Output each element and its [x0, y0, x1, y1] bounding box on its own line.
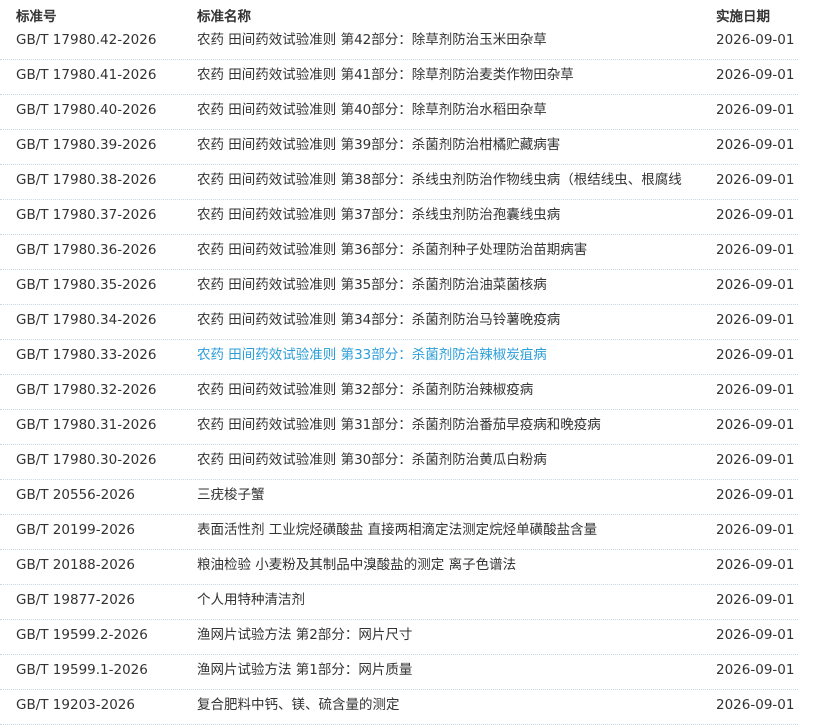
- standard-number: GB/T 17980.39-2026: [16, 137, 157, 153]
- effective-date: 2026-09-01: [716, 662, 795, 678]
- table-row[interactable]: GB/T 19599.2-2026 渔网片试验方法 第2部分：网片尺寸 2026-0…: [0, 620, 798, 655]
- effective-date: 2026-09-01: [716, 32, 795, 48]
- standard-name-link[interactable]: 农药 田间药效试验准则 第34部分：杀菌剂防治马铃薯晚疫病: [197, 305, 702, 339]
- standard-name-link[interactable]: 农药 田间药效试验准则 第33部分：杀菌剂防治辣椒炭疽病: [197, 340, 702, 374]
- effective-date: 2026-09-01: [716, 172, 795, 188]
- table-row[interactable]: GB/T 17980.37-2026 农药 田间药效试验准则 第37部分：杀线虫剂…: [0, 200, 798, 235]
- standard-name-link[interactable]: 农药 田间药效试验准则 第31部分：杀菌剂防治番茄早疫病和晚疫病: [197, 410, 702, 444]
- standard-name-link[interactable]: 复合肥料中钙、镁、硫含量的测定: [197, 690, 702, 724]
- standard-number: GB/T 17980.42-2026: [16, 32, 157, 48]
- effective-date: 2026-09-01: [716, 207, 795, 223]
- standards-table: 标准号 标准名称 实施日期 GB/T 17980.42-2026 农药 田间药效试…: [0, 0, 798, 725]
- table-row[interactable]: GB/T 17980.34-2026 农药 田间药效试验准则 第34部分：杀菌剂防…: [0, 305, 798, 340]
- table-row[interactable]: GB/T 17980.36-2026 农药 田间药效试验准则 第36部分：杀菌剂种…: [0, 235, 798, 270]
- table-row[interactable]: GB/T 17980.32-2026 农药 田间药效试验准则 第32部分：杀菌剂防…: [0, 375, 798, 410]
- standard-name-link[interactable]: 农药 田间药效试验准则 第38部分：杀线虫剂防治作物线虫病（根结线虫、根腐线: [197, 165, 702, 199]
- standard-name-link[interactable]: 农药 田间药效试验准则 第37部分：杀线虫剂防治孢囊线虫病: [197, 200, 702, 234]
- effective-date: 2026-09-01: [716, 382, 795, 398]
- table-row[interactable]: GB/T 17980.31-2026 农药 田间药效试验准则 第31部分：杀菌剂防…: [0, 410, 798, 445]
- effective-date: 2026-09-01: [716, 102, 795, 118]
- standard-name-link[interactable]: 粮油检验 小麦粉及其制品中溴酸盐的测定 离子色谱法: [197, 550, 702, 584]
- standard-name-link[interactable]: 农药 田间药效试验准则 第42部分：除草剂防治玉米田杂草: [197, 25, 702, 59]
- standard-number: GB/T 20188-2026: [16, 557, 135, 573]
- standard-number: GB/T 20199-2026: [16, 522, 135, 538]
- table-row[interactable]: GB/T 17980.35-2026 农药 田间药效试验准则 第35部分：杀菌剂防…: [0, 270, 798, 305]
- standard-name-link[interactable]: 个人用特种清洁剂: [197, 585, 702, 619]
- standard-number: GB/T 17980.30-2026: [16, 452, 157, 468]
- standard-number: GB/T 17980.32-2026: [16, 382, 157, 398]
- effective-date: 2026-09-01: [716, 277, 795, 293]
- effective-date: 2026-09-01: [716, 487, 795, 503]
- standard-number: GB/T 20556-2026: [16, 487, 135, 503]
- table-header: 标准号 标准名称 实施日期: [0, 0, 798, 25]
- standard-name-link[interactable]: 渔网片试验方法 第1部分：网片质量: [197, 655, 702, 689]
- effective-date: 2026-09-01: [716, 312, 795, 328]
- table-row[interactable]: GB/T 17980.30-2026 农药 田间药效试验准则 第30部分：杀菌剂防…: [0, 445, 798, 480]
- effective-date: 2026-09-01: [716, 592, 795, 608]
- table-body: GB/T 17980.42-2026 农药 田间药效试验准则 第42部分：除草剂防…: [0, 25, 798, 725]
- effective-date: 2026-09-01: [716, 242, 795, 258]
- effective-date: 2026-09-01: [716, 697, 795, 713]
- table-row[interactable]: GB/T 17980.41-2026 农药 田间药效试验准则 第41部分：除草剂防…: [0, 60, 798, 95]
- table-row[interactable]: GB/T 20556-2026 三疣梭子蟹 2026-09-01: [0, 480, 798, 515]
- effective-date: 2026-09-01: [716, 347, 795, 363]
- header-standard-number: 标准号: [16, 9, 57, 25]
- standard-number: GB/T 17980.33-2026: [16, 347, 157, 363]
- standard-number: GB/T 17980.41-2026: [16, 67, 157, 83]
- table-row[interactable]: GB/T 19203-2026 复合肥料中钙、镁、硫含量的测定 2026-09-01: [0, 690, 798, 725]
- standard-name-link[interactable]: 农药 田间药效试验准则 第35部分：杀菌剂防治油菜菌核病: [197, 270, 702, 304]
- header-effective-date: 实施日期: [716, 9, 770, 25]
- effective-date: 2026-09-01: [716, 137, 795, 153]
- standard-name-link[interactable]: 农药 田间药效试验准则 第30部分：杀菌剂防治黄瓜白粉病: [197, 445, 702, 479]
- standard-number: GB/T 19877-2026: [16, 592, 135, 608]
- effective-date: 2026-09-01: [716, 417, 795, 433]
- standard-name-link[interactable]: 农药 田间药效试验准则 第41部分：除草剂防治麦类作物田杂草: [197, 60, 702, 94]
- effective-date: 2026-09-01: [716, 557, 795, 573]
- table-row[interactable]: GB/T 17980.40-2026 农药 田间药效试验准则 第40部分：除草剂防…: [0, 95, 798, 130]
- table-row[interactable]: GB/T 17980.38-2026 农药 田间药效试验准则 第38部分：杀线虫剂…: [0, 165, 798, 200]
- standard-name-link[interactable]: 表面活性剂 工业烷烃磺酸盐 直接两相滴定法测定烷烃单磺酸盐含量: [197, 515, 702, 549]
- table-row[interactable]: GB/T 17980.33-2026 农药 田间药效试验准则 第33部分：杀菌剂防…: [0, 340, 798, 375]
- effective-date: 2026-09-01: [716, 452, 795, 468]
- standard-name-link[interactable]: 农药 田间药效试验准则 第39部分：杀菌剂防治柑橘贮藏病害: [197, 130, 702, 164]
- table-row[interactable]: GB/T 17980.42-2026 农药 田间药效试验准则 第42部分：除草剂防…: [0, 25, 798, 60]
- standard-number: GB/T 17980.31-2026: [16, 417, 157, 433]
- standard-name-link[interactable]: 农药 田间药效试验准则 第32部分：杀菌剂防治辣椒疫病: [197, 375, 702, 409]
- standard-number: GB/T 17980.38-2026: [16, 172, 157, 188]
- standard-number: GB/T 19599.2-2026: [16, 627, 148, 643]
- standard-name-link[interactable]: 渔网片试验方法 第2部分：网片尺寸: [197, 620, 702, 654]
- standard-number: GB/T 17980.37-2026: [16, 207, 157, 223]
- standard-number: GB/T 17980.35-2026: [16, 277, 157, 293]
- standard-name-link[interactable]: 农药 田间药效试验准则 第40部分：除草剂防治水稻田杂草: [197, 95, 702, 129]
- standard-number: GB/T 19203-2026: [16, 697, 135, 713]
- standard-number: GB/T 17980.36-2026: [16, 242, 157, 258]
- table-row[interactable]: GB/T 19877-2026 个人用特种清洁剂 2026-09-01: [0, 585, 798, 620]
- standard-name-link[interactable]: 农药 田间药效试验准则 第36部分：杀菌剂种子处理防治苗期病害: [197, 235, 702, 269]
- standard-name-link[interactable]: 三疣梭子蟹: [197, 480, 702, 514]
- effective-date: 2026-09-01: [716, 522, 795, 538]
- standard-number: GB/T 17980.40-2026: [16, 102, 157, 118]
- table-row[interactable]: GB/T 20188-2026 粮油检验 小麦粉及其制品中溴酸盐的测定 离子色谱法…: [0, 550, 798, 585]
- standard-number: GB/T 19599.1-2026: [16, 662, 148, 678]
- effective-date: 2026-09-01: [716, 67, 795, 83]
- header-standard-name: 标准名称: [197, 9, 251, 25]
- effective-date: 2026-09-01: [716, 627, 795, 643]
- standard-number: GB/T 17980.34-2026: [16, 312, 157, 328]
- table-row[interactable]: GB/T 19599.1-2026 渔网片试验方法 第1部分：网片质量 2026-0…: [0, 655, 798, 690]
- table-row[interactable]: GB/T 17980.39-2026 农药 田间药效试验准则 第39部分：杀菌剂防…: [0, 130, 798, 165]
- table-row[interactable]: GB/T 20199-2026 表面活性剂 工业烷烃磺酸盐 直接两相滴定法测定烷烃…: [0, 515, 798, 550]
